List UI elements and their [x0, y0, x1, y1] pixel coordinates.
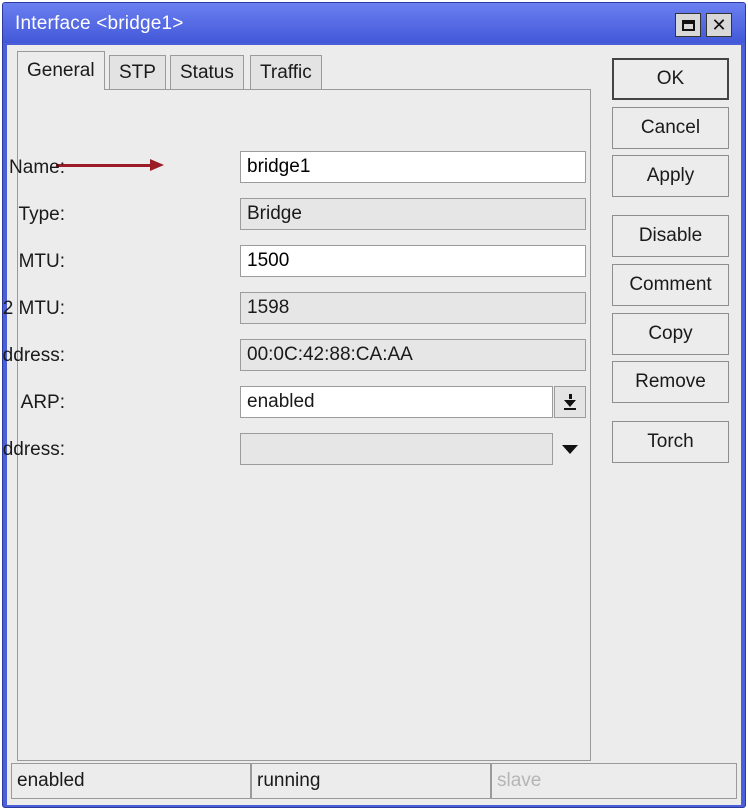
comment-button[interactable]: Comment [612, 264, 729, 306]
name-input[interactable] [240, 151, 586, 183]
annotation-arrow-icon [150, 159, 164, 171]
tab-traffic[interactable]: Traffic [250, 55, 322, 89]
status-enabled: enabled [11, 763, 251, 799]
arp-select[interactable]: enabled [240, 386, 553, 418]
tab-general[interactable]: General [17, 51, 105, 90]
arp-label: ARP: [20, 392, 65, 413]
mtu-label: MTU: [18, 251, 65, 272]
apply-button[interactable]: Apply [612, 155, 729, 197]
l2mtu-label: L2 MTU: [2, 298, 65, 319]
admin-mac-dropdown-button[interactable] [554, 433, 586, 465]
close-button[interactable]: ✕ [706, 13, 732, 37]
remove-button[interactable]: Remove [612, 361, 729, 403]
dropdown-arrow-icon [564, 394, 576, 410]
mac-address-value: 00:0C:42:88:CA:AA [240, 339, 586, 371]
chevron-down-icon [562, 444, 578, 454]
annotation-arrow-line [56, 164, 156, 167]
copy-button[interactable]: Copy [612, 313, 729, 355]
cancel-button[interactable]: Cancel [612, 107, 729, 149]
type-value: Bridge [240, 198, 586, 230]
name-label: Name: [9, 157, 65, 178]
window-title: Interface <bridge1> [15, 13, 184, 34]
status-slave: slave [491, 763, 737, 799]
maximize-icon [681, 19, 695, 31]
close-icon: ✕ [711, 15, 727, 35]
torch-button[interactable]: Torch [612, 421, 729, 463]
ok-button[interactable]: OK [612, 58, 729, 100]
arp-dropdown-button[interactable] [554, 386, 586, 418]
status-running: running [251, 763, 491, 799]
tab-stp[interactable]: STP [109, 55, 166, 89]
general-tab-panel: Name: Type: Bridge MTU: L2 MTU: 1598 MAC… [3, 89, 591, 761]
title-bar[interactable]: Interface <bridge1> ✕ [3, 3, 745, 43]
dialog-client: General STP Status Traffic Name: Type: B… [3, 45, 741, 805]
interface-window: Interface <bridge1> ✕ General STP Status… [2, 2, 746, 808]
admin-mac-address-input[interactable] [240, 433, 553, 465]
l2mtu-value: 1598 [240, 292, 586, 324]
admin-mac-address-label: Admin. MAC Address: [2, 439, 65, 460]
tab-status[interactable]: Status [170, 55, 244, 89]
disable-button[interactable]: Disable [612, 215, 729, 257]
type-label: Type: [18, 204, 65, 225]
mac-address-label: MAC Address: [2, 345, 65, 366]
mtu-input[interactable] [240, 245, 586, 277]
maximize-button[interactable] [675, 13, 701, 37]
